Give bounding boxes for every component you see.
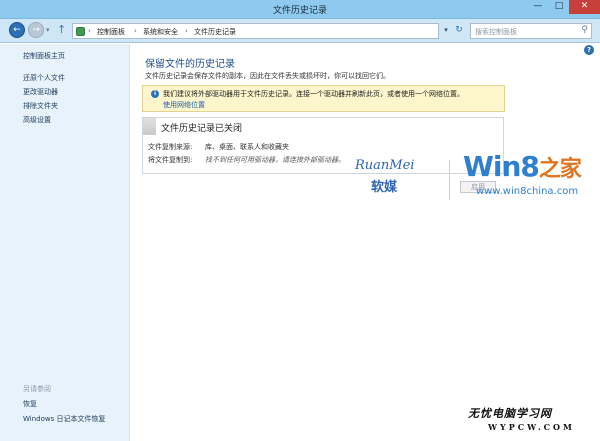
see-also-heading: 另请参阅 (23, 385, 51, 393)
status-title: 文件历史记录已关闭 (161, 124, 243, 134)
sidebar-item-advanced-settings[interactable]: 高级设置 (23, 115, 51, 125)
search-icon[interactable]: ⚲ (581, 25, 588, 35)
recent-locations-dropdown[interactable]: ▾ (46, 26, 50, 34)
win8-logo-watermark: Win8之家 (463, 150, 582, 183)
breadcrumb-separator[interactable]: › (134, 27, 137, 35)
address-dropdown-button[interactable]: ▾ (440, 23, 452, 39)
copy-to-label: 将文件复制到: (148, 156, 193, 164)
navigation-bar: ← → ▾ ↑ › 控制面板 › 系统和安全 › 文件历史记录 ▾ ↻ 搜索控制… (0, 19, 600, 43)
page-description: 文件历史记录会保存文件的副本，因此在文件丢失或损坏时，你可以找回它们。 (145, 72, 390, 80)
win8-logo-cn: 之家 (538, 157, 582, 182)
back-button[interactable]: ← (9, 22, 25, 38)
sidebar-item-control-panel-home[interactable]: 控制面板主页 (23, 51, 65, 61)
control-panel-icon (76, 27, 85, 36)
copy-source-value: 库、桌面、联系人和收藏夹 (205, 143, 289, 151)
wypcw-domain-watermark: WYPCW.COM (488, 422, 575, 432)
maximize-button[interactable]: □ (548, 0, 570, 14)
help-icon[interactable]: ? (584, 45, 594, 55)
up-level-button[interactable]: ↑ (57, 23, 66, 36)
search-box[interactable]: 搜索控制面板 ⚲ (470, 23, 592, 39)
info-banner: i 我们建议将外部驱动器用于文件历史记录。连接一个驱动器并刷新此页，或者使用一个… (142, 85, 505, 112)
sidebar-item-recovery[interactable]: 恢复 (23, 399, 37, 409)
sidebar-item-exclude-folders[interactable]: 排除文件夹 (23, 101, 58, 111)
copy-to-value: 找不到任何可用驱动器，请连接外部驱动器。 (205, 156, 345, 164)
breadcrumb-control-panel[interactable]: 控制面板 (97, 27, 125, 37)
window-title: 文件历史记录 (272, 6, 327, 16)
forward-button[interactable]: → (28, 22, 44, 38)
sidebar-item-restore-files[interactable]: 还原个人文件 (23, 73, 65, 83)
win8-logo-text: Win8 (463, 150, 540, 183)
ruanmei-cn-watermark: 软媒 (371, 180, 398, 195)
search-input[interactable]: 搜索控制面板 (475, 27, 517, 37)
page-title: 保留文件的历史记录 (145, 59, 235, 70)
breadcrumb-system-security[interactable]: 系统和安全 (143, 27, 178, 37)
sidebar-item-windows-journal-recovery[interactable]: Windows 日记本文件恢复 (23, 414, 105, 424)
sidebar: 控制面板主页 还原个人文件 更改驱动器 排除文件夹 高级设置 另请参阅 恢复 W… (0, 44, 130, 441)
win8china-domain-watermark: www.win8china.com (476, 186, 579, 197)
breadcrumb-file-history[interactable]: 文件历史记录 (194, 27, 236, 37)
breadcrumb-separator[interactable]: › (88, 27, 91, 35)
title-bar: 文件历史记录 — □ ✕ (0, 0, 600, 19)
close-button[interactable]: ✕ (569, 0, 600, 14)
copy-source-label: 文件复制来源: (148, 143, 193, 151)
watermark-divider (449, 160, 450, 200)
wypcw-watermark: 无忧电脑学习网 (468, 407, 552, 420)
refresh-button[interactable]: ↻ (452, 23, 466, 39)
info-message: 我们建议将外部驱动器用于文件历史记录。连接一个驱动器并刷新此页，或者使用一个网络… (163, 90, 464, 98)
sidebar-item-change-drive[interactable]: 更改驱动器 (23, 87, 58, 97)
status-indicator (143, 118, 156, 135)
address-bar[interactable]: › 控制面板 › 系统和安全 › 文件历史记录 (72, 23, 439, 39)
info-icon: i (151, 90, 159, 98)
minimize-button[interactable]: — (527, 0, 549, 14)
ruanmei-watermark: RuanMei (355, 158, 415, 173)
use-network-location-link[interactable]: 使用网络位置 (163, 100, 205, 110)
breadcrumb-separator[interactable]: › (185, 27, 188, 35)
